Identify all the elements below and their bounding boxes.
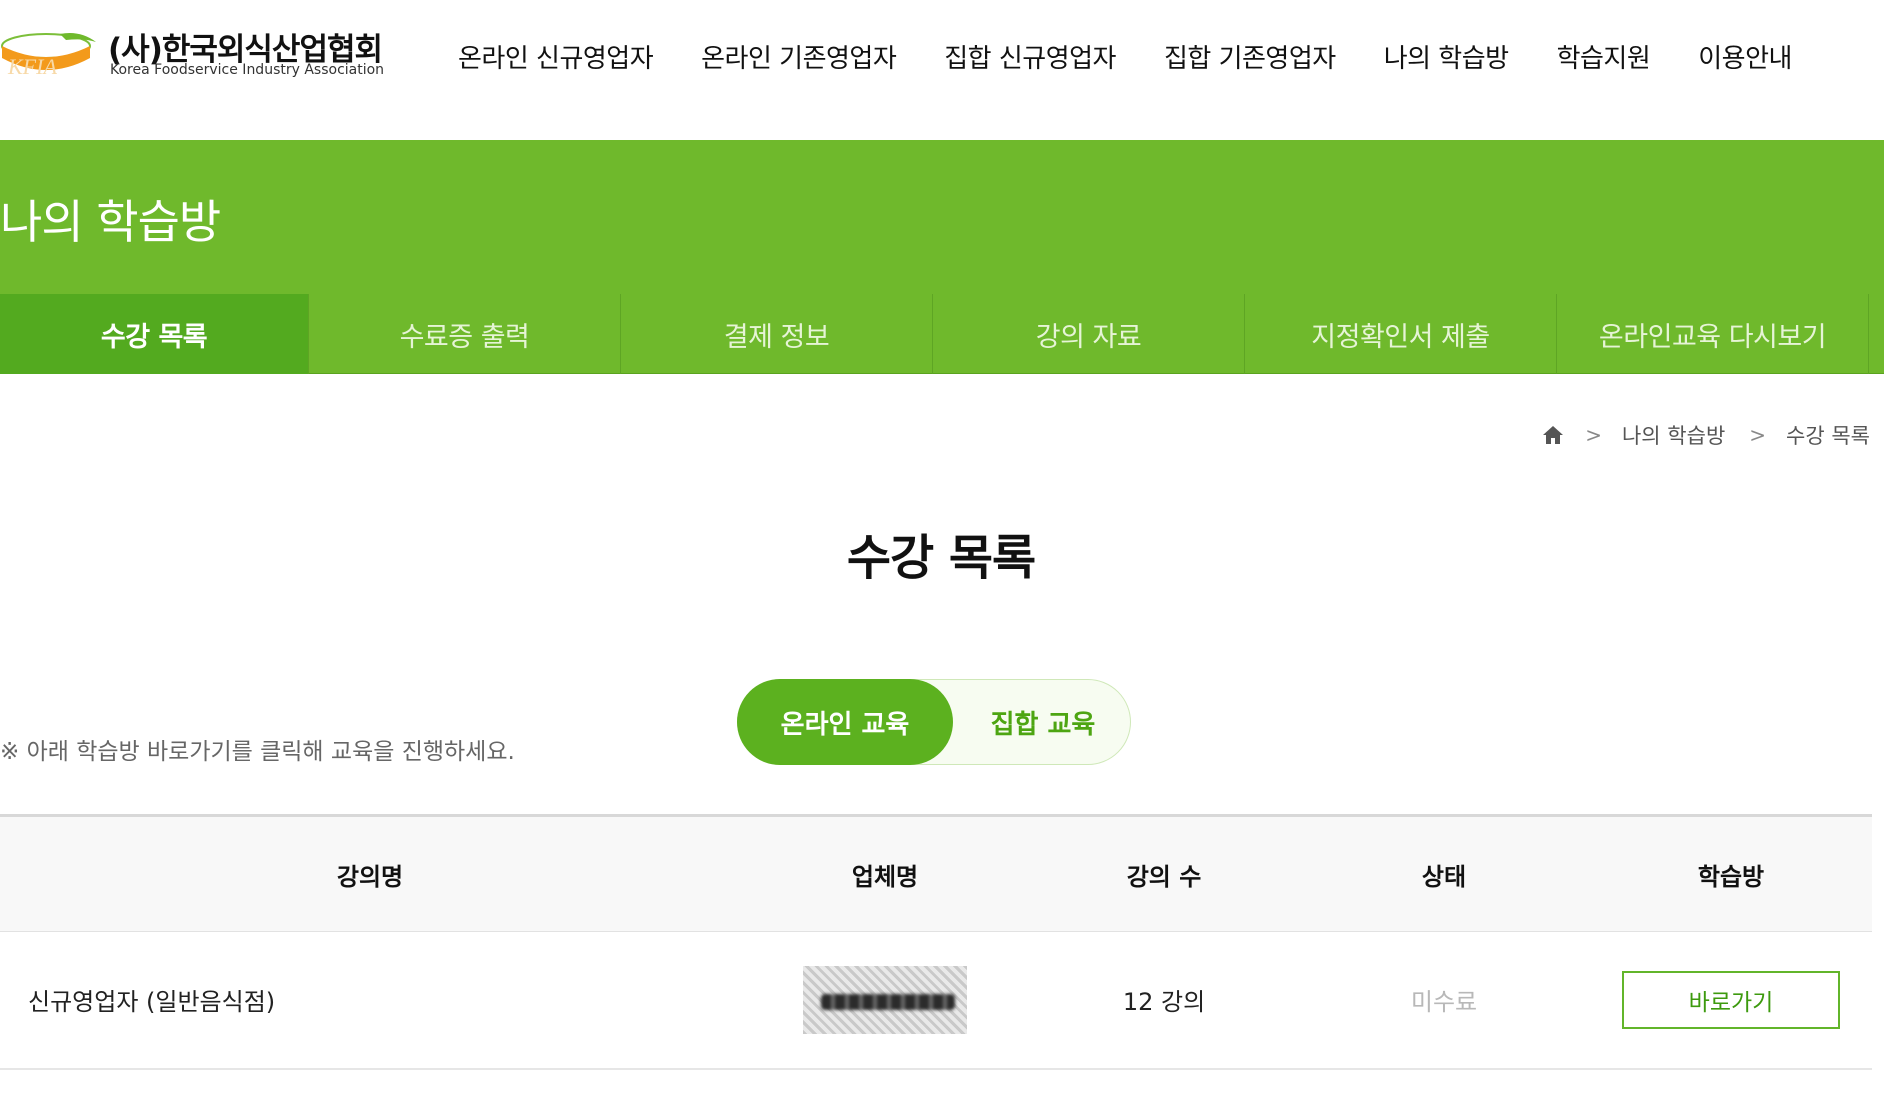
breadcrumb-my-study[interactable]: 나의 학습방: [1622, 420, 1725, 450]
page-title-text: 수강 목록: [846, 530, 1036, 586]
education-type-toggle: 온라인 교육 집합 교육: [737, 679, 1131, 765]
chevron-right-icon: >: [1585, 423, 1602, 447]
header-status: 상태: [1298, 815, 1590, 932]
tab-payment-info[interactable]: 결제 정보: [621, 294, 933, 374]
nav-usage-guide[interactable]: 이용안내: [1698, 38, 1792, 75]
page-title: 수강 목록: [0, 518, 1884, 588]
global-nav: 온라인 신규영업자 온라인 기존영업자 집합 신규영업자 집합 기존영업자 나의…: [458, 38, 1792, 75]
header-study-room: 학습방: [1590, 815, 1872, 932]
chevron-right-icon: >: [1749, 423, 1767, 447]
go-study-room-button[interactable]: 바로가기: [1622, 970, 1840, 1029]
nav-group-existing[interactable]: 집합 기존영업자: [1164, 38, 1336, 75]
nav-online-new[interactable]: 온라인 신규영업자: [458, 38, 654, 75]
table-header-row: 강의명 업체명 강의 수 상태 학습방: [0, 815, 1872, 932]
notice-text: ※ 아래 학습방 바로가기를 클릭해 교육을 진행하세요.: [0, 739, 515, 765]
header-company: 업체명: [740, 815, 1030, 932]
header-course-name: 강의명: [0, 815, 740, 932]
nav-group-new[interactable]: 집합 신규영업자: [944, 38, 1116, 75]
tab-certificate-print[interactable]: 수료증 출력: [309, 294, 621, 374]
page-banner: 나의 학습방: [0, 140, 1884, 294]
tab-course-list[interactable]: 수강 목록: [0, 294, 309, 374]
cell-status: 미수료: [1298, 931, 1590, 1070]
toggle-online-education[interactable]: 온라인 교육: [737, 679, 953, 765]
table-row: 신규영업자 (일반음식점) 12 강의 미수료 바로가기: [0, 931, 1872, 1070]
logo-english-name: Korea Foodservice Industry Association: [110, 62, 385, 78]
sub-nav: 수강 목록 수료증 출력 결제 정보 강의 자료 지정확인서 제출 온라인교육 …: [0, 294, 1884, 374]
status-badge: 미수료: [1410, 988, 1478, 1017]
breadcrumb-course-list[interactable]: 수강 목록: [1786, 420, 1870, 450]
tab-online-replay[interactable]: 온라인교육 다시보기: [1557, 294, 1869, 374]
cell-study-room: 바로가기: [1590, 931, 1872, 1070]
tab-lecture-materials[interactable]: 강의 자료: [933, 294, 1245, 374]
cell-lecture-count: 12 강의: [1030, 931, 1298, 1070]
cell-company: [740, 931, 1030, 1070]
header-lecture-count: 강의 수: [1030, 815, 1298, 932]
site-logo[interactable]: KFIA (사)한국외식산업협회 Korea Foodservice Indus…: [0, 24, 400, 84]
kfia-logo-icon: KFIA: [1, 33, 96, 79]
nav-online-existing[interactable]: 온라인 기존영업자: [701, 38, 897, 75]
nav-my-study[interactable]: 나의 학습방: [1384, 38, 1509, 75]
site-header: KFIA (사)한국외식산업협회 Korea Foodservice Indus…: [0, 0, 1884, 140]
banner-title: 나의 학습방: [0, 195, 221, 249]
breadcrumb: > 나의 학습방 > 수강 목록: [1541, 420, 1870, 450]
tab-designation-submit[interactable]: 지정확인서 제출: [1245, 294, 1557, 374]
course-table: 강의명 업체명 강의 수 상태 학습방 신규영업자 (일반음식점) 12 강의 …: [0, 814, 1872, 1070]
nav-study-support[interactable]: 학습지원: [1557, 38, 1651, 75]
redacted-company-name: [803, 965, 967, 1034]
cell-course-name: 신규영업자 (일반음식점): [0, 931, 740, 1070]
home-icon[interactable]: [1541, 423, 1565, 447]
toggle-group-education[interactable]: 집합 교육: [954, 679, 1132, 765]
svg-text:KFIA: KFIA: [7, 54, 57, 79]
